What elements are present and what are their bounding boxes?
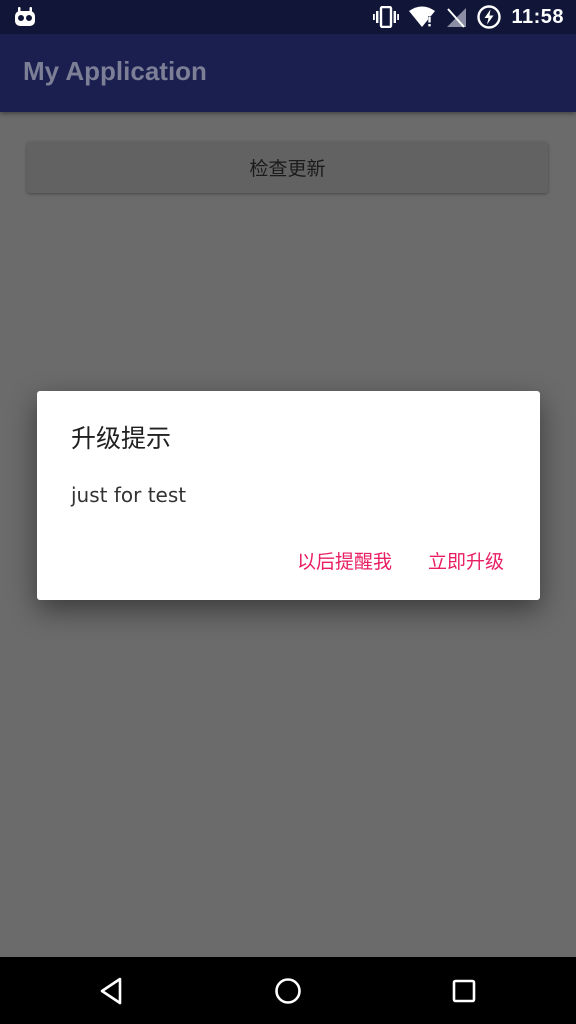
screen: 11:58 My Application 检查更新 升级提示 just for … — [0, 0, 576, 1024]
status-time: 11:58 — [511, 5, 564, 28]
check-update-label: 检查更新 — [249, 158, 326, 180]
recents-icon[interactable] — [448, 975, 480, 1007]
status-icons: 11:58 — [373, 0, 564, 34]
dialog-message: just for test — [71, 483, 187, 507]
home-icon[interactable] — [272, 975, 304, 1007]
back-icon[interactable] — [96, 975, 128, 1007]
app-title: My Application — [23, 56, 207, 86]
navigation-bar — [0, 957, 576, 1024]
battery-charging-icon — [477, 5, 502, 29]
android-debug-icon — [15, 7, 35, 26]
wifi-icon — [409, 6, 436, 27]
upgrade-now-button[interactable]: 立即升级 — [428, 547, 504, 574]
upgrade-dialog: 升级提示 just for test 以后提醒我 立即升级 — [37, 391, 540, 600]
dialog-title: 升级提示 — [71, 424, 172, 453]
status-bar: 11:58 — [0, 0, 576, 34]
vibrate-icon — [373, 6, 400, 28]
check-update-button[interactable]: 检查更新 — [27, 142, 548, 193]
no-signal-icon — [447, 8, 467, 28]
app-bar: My Application — [0, 34, 576, 112]
remind-later-button[interactable]: 以后提醒我 — [297, 547, 392, 574]
